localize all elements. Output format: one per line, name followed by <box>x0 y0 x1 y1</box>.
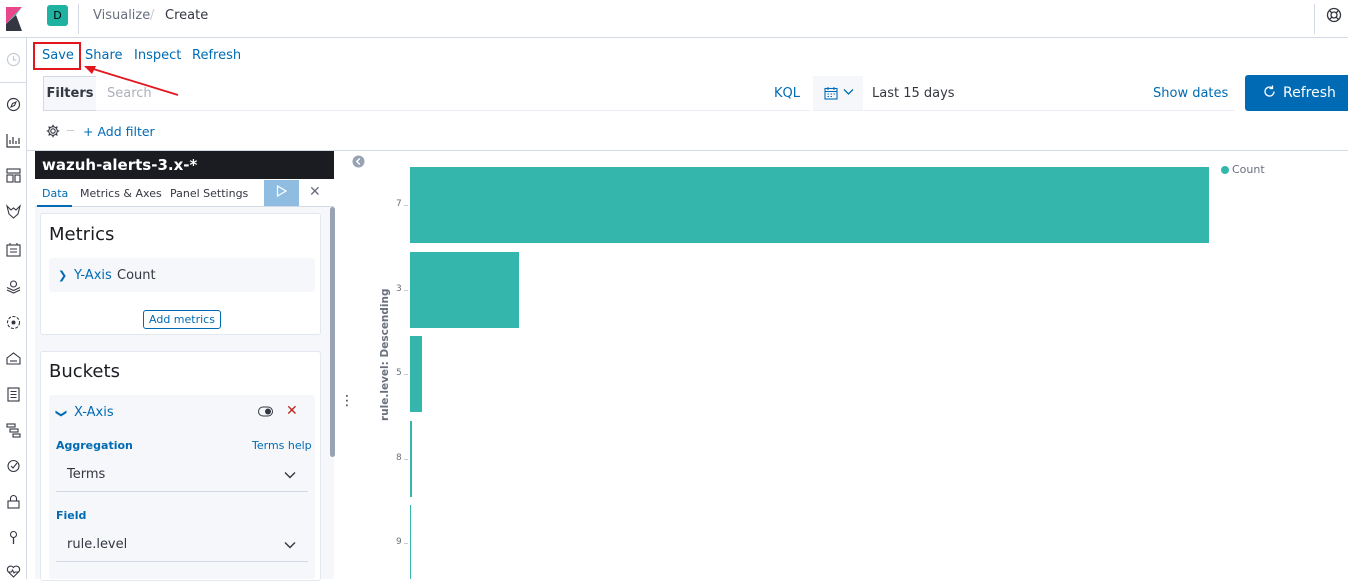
collapse-arrow-icon[interactable] <box>352 155 365 168</box>
dev-tools-wrench-icon[interactable] <box>6 530 21 545</box>
aggregation-label: Aggregation <box>56 439 133 452</box>
help-icon[interactable] <box>1326 7 1342 23</box>
remove-x-icon[interactable]: ✕ <box>286 403 298 419</box>
siem-lock-icon[interactable] <box>6 494 21 509</box>
search-input[interactable]: Search <box>96 76 810 111</box>
kql-toggle[interactable]: KQL <box>774 86 800 101</box>
close-icon[interactable]: ✕ <box>309 184 321 200</box>
field-value[interactable]: rule.level <box>67 537 127 552</box>
gear-icon[interactable] <box>46 124 60 138</box>
wazuh-wolf-icon[interactable] <box>6 204 21 219</box>
buckets-title: Buckets <box>49 361 120 382</box>
ml-icon[interactable] <box>6 315 21 330</box>
visualize-chart-icon[interactable] <box>6 133 21 148</box>
y-tick-mark <box>404 543 408 544</box>
inspect-button[interactable]: Inspect <box>134 48 181 63</box>
metrics-title: Metrics <box>49 224 115 245</box>
legend-label[interactable]: Count <box>1232 163 1265 176</box>
y-axis-value: Count <box>117 268 156 283</box>
divider <box>67 130 74 131</box>
tab-metrics-axes[interactable]: Metrics & Axes <box>80 187 162 200</box>
space-avatar[interactable]: D <box>47 5 68 26</box>
y-tick-mark <box>404 205 408 206</box>
apply-changes-button[interactable] <box>264 180 299 206</box>
terms-help-link[interactable]: Terms help <box>252 439 312 452</box>
y-tick-label: 3 <box>396 283 402 294</box>
logs-icon[interactable] <box>6 387 21 402</box>
legend-swatch[interactable] <box>1221 166 1229 174</box>
uptime-icon[interactable] <box>6 458 21 473</box>
refresh-link[interactable]: Refresh <box>192 48 241 63</box>
chevron-down-icon <box>284 542 296 549</box>
chevron-down-icon <box>284 472 296 479</box>
chart-bar[interactable] <box>410 336 422 412</box>
play-icon <box>276 184 288 198</box>
show-dates-link[interactable]: Show dates <box>1153 86 1228 101</box>
calendar-icon <box>824 87 838 100</box>
divider <box>1314 4 1315 34</box>
divider <box>0 82 27 83</box>
field-label: Field <box>56 509 87 522</box>
kibana-logo-icon[interactable] <box>0 0 30 38</box>
chart-bar[interactable] <box>410 167 1209 243</box>
refresh-icon <box>1264 85 1275 97</box>
breadcrumb-separator: / <box>150 8 155 23</box>
add-metrics-button[interactable]: Add metrics <box>143 310 221 329</box>
top-header: D Visualize / Create <box>0 0 1348 38</box>
monitoring-heartbeat-icon[interactable] <box>6 564 21 579</box>
discover-compass-icon[interactable] <box>6 97 21 112</box>
y-tick-mark <box>404 374 408 375</box>
y-axis-title: rule.level: Descending <box>379 288 391 421</box>
chevron-down-icon <box>843 89 854 95</box>
chart-bar[interactable] <box>410 505 411 579</box>
add-filter-link[interactable]: + Add filter <box>83 124 155 139</box>
side-nav <box>0 38 27 579</box>
dashboard-icon[interactable] <box>6 168 21 183</box>
aggregation-value[interactable]: Terms <box>67 467 105 482</box>
y-tick-label: 5 <box>396 368 402 378</box>
y-axis-label[interactable]: Y-Axis <box>74 268 112 283</box>
refresh-button[interactable]: Refresh <box>1245 75 1348 111</box>
canvas-icon[interactable] <box>6 242 21 257</box>
resize-handle-icon[interactable]: ⋮ <box>340 393 354 409</box>
share-button[interactable]: Share <box>85 48 123 63</box>
active-tab-indicator <box>37 205 72 207</box>
apm-icon[interactable] <box>6 423 21 438</box>
infrastructure-icon[interactable] <box>6 351 21 366</box>
tab-data[interactable]: Data <box>42 187 68 200</box>
index-pattern-title: wazuh-alerts-3.x-* <box>35 151 334 179</box>
sidebar-scrollbar[interactable] <box>330 207 335 457</box>
chart-bar[interactable] <box>410 251 519 328</box>
divider <box>78 4 79 34</box>
y-tick-label: 8 <box>396 452 402 463</box>
date-range-text[interactable]: Last 15 days <box>872 86 955 101</box>
recent-clock-icon[interactable] <box>6 52 21 67</box>
chart-bar[interactable] <box>410 420 412 497</box>
date-quick-menu[interactable] <box>813 76 863 111</box>
toggle-icon[interactable] <box>258 406 273 417</box>
refresh-button-label: Refresh <box>1283 85 1336 101</box>
save-highlight-box <box>33 42 81 70</box>
breadcrumb-visualize[interactable]: Visualize <box>93 8 150 23</box>
y-tick-label: 9 <box>396 537 402 547</box>
x-axis-label[interactable]: X-Axis <box>74 405 114 420</box>
breadcrumb-create: Create <box>165 8 209 23</box>
chevron-right-icon[interactable]: ❯ <box>58 269 67 282</box>
y-tick-mark <box>404 289 408 291</box>
y-tick-label: 7 <box>396 199 402 209</box>
tab-panel-settings[interactable]: Panel Settings <box>170 187 248 200</box>
chevron-down-icon[interactable]: ❯ <box>55 409 68 418</box>
maps-icon[interactable] <box>6 279 21 294</box>
filters-tab[interactable]: Filters <box>43 76 96 111</box>
y-tick-mark <box>404 458 408 460</box>
